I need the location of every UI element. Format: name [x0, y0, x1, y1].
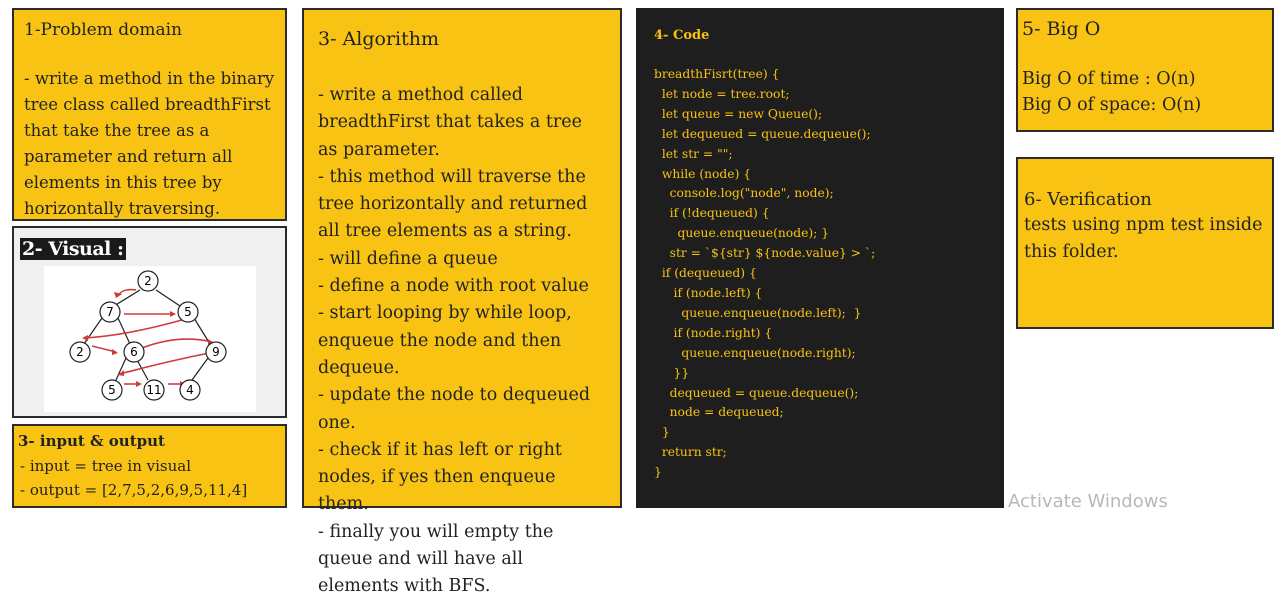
- output-line: - output = [2,7,5,2,6,9,5,11,4]: [20, 481, 248, 499]
- algorithm-card: 3- Algorithm - write a method called bre…: [302, 8, 622, 596]
- svg-text:2: 2: [144, 274, 152, 288]
- svg-text:7: 7: [106, 305, 114, 319]
- svg-text:6: 6: [130, 345, 138, 359]
- tree-node: 4: [179, 379, 201, 401]
- problem-domain-card: 1-Problem domain - write a method in the…: [12, 8, 287, 221]
- tree-diagram: 2 7 5 2 6 9 5 11 4: [44, 266, 256, 412]
- big-o-time: Big O of time : O(n): [1022, 69, 1196, 89]
- tree-node: 9: [205, 341, 227, 363]
- big-o-title: 5- Big O: [1022, 18, 1101, 40]
- code-card: 4- Code breadthFisrt(tree) { let node = …: [636, 8, 1004, 508]
- tree-node: 5: [177, 301, 199, 323]
- verification-card: 6- Verification tests using npm test ins…: [1016, 157, 1274, 329]
- svg-text:5: 5: [184, 305, 192, 319]
- problem-domain-text: - write a method in the binary tree clas…: [24, 69, 275, 218]
- big-o-space: Big O of space: O(n): [1022, 95, 1202, 115]
- tree-node: 2: [137, 270, 159, 292]
- input-output-title: 3- input & output: [18, 432, 165, 450]
- activate-windows-watermark: Activate Windows: [1008, 491, 1168, 512]
- svg-text:5: 5: [108, 383, 116, 397]
- code-block: breadthFisrt(tree) { let node = tree.roo…: [654, 67, 876, 480]
- tree-node: 6: [123, 341, 145, 363]
- algorithm-text: - write a method called breadthFirst tha…: [318, 85, 591, 597]
- svg-text:4: 4: [186, 383, 194, 397]
- algorithm-title: 3- Algorithm: [318, 28, 439, 50]
- code-title: 4- Code: [654, 28, 710, 43]
- svg-text:9: 9: [212, 345, 220, 359]
- visual-title: 2- Visual :: [20, 238, 126, 260]
- tree-node: 2: [69, 341, 91, 363]
- tree-node: 5: [101, 379, 123, 401]
- big-o-card: 5- Big O Big O of time : O(n) Big O of s…: [1016, 8, 1274, 132]
- tree-node: 11: [143, 379, 165, 401]
- visual-card: 2- Visual : 2 7 5 2 6 9 5 11 4: [12, 226, 287, 418]
- input-line: - input = tree in visual: [20, 457, 192, 475]
- input-output-card: 3- input & output - input = tree in visu…: [12, 424, 287, 508]
- svg-text:2: 2: [76, 345, 84, 359]
- verification-title: 6- Verification: [1024, 189, 1152, 210]
- verification-text: tests using npm test inside this folder.: [1024, 215, 1263, 262]
- svg-text:11: 11: [146, 383, 161, 397]
- tree-node: 7: [99, 301, 121, 323]
- problem-domain-title: 1-Problem domain: [24, 20, 183, 40]
